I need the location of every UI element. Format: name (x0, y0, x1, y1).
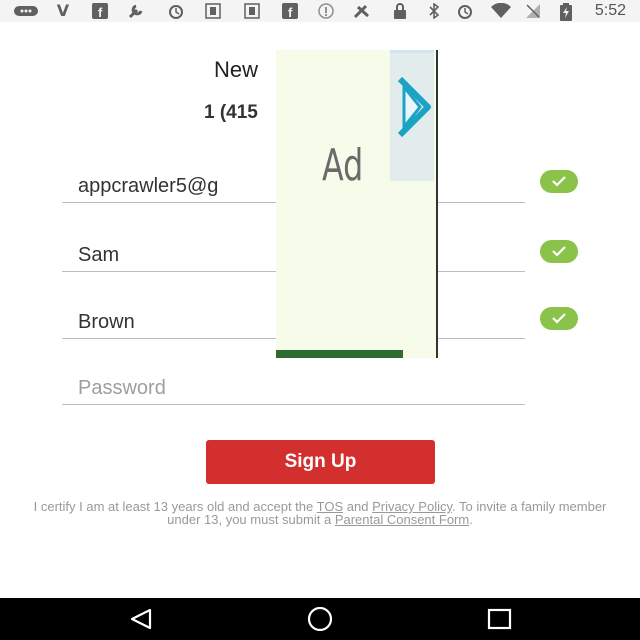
app-icon-2 (244, 3, 260, 19)
navigation-bar (0, 598, 640, 640)
play-icon (397, 76, 431, 138)
last-name-valid-check-icon (540, 307, 578, 330)
status-time: 5:52 (594, 2, 626, 19)
info-icon (318, 3, 334, 19)
ad-progress-bar (276, 350, 403, 358)
ad-play-button[interactable] (390, 50, 434, 181)
lock-icon (392, 3, 408, 19)
legal-end: . (469, 512, 473, 527)
alarm-icon-2 (456, 3, 472, 19)
app-icon (205, 3, 221, 19)
recents-button[interactable] (479, 607, 519, 631)
legal-disclaimer: I certify I am at least 13 years old and… (22, 500, 618, 526)
ad-label: Ad (322, 140, 364, 191)
back-button[interactable] (124, 607, 164, 631)
parental-consent-link[interactable]: Parental Consent Form (335, 512, 469, 527)
v-icon: V (56, 1, 70, 20)
wrench-icon (128, 3, 144, 19)
facebook-icon-2: f (282, 3, 298, 20)
facebook-icon: f (92, 3, 108, 20)
svg-text:f: f (288, 5, 293, 19)
email-valid-check-icon (540, 170, 578, 193)
page-title: New (214, 57, 259, 82)
ad-banner[interactable]: Ad (276, 50, 438, 358)
svg-text:f: f (98, 5, 103, 19)
bluetooth-icon (426, 2, 442, 20)
recents-icon (487, 608, 512, 630)
status-bar: V f f 5:52 (0, 0, 640, 22)
sign-up-button[interactable]: Sign Up (206, 440, 435, 484)
alarm-icon (167, 3, 183, 19)
home-icon (307, 606, 333, 632)
battery-charging-icon (558, 3, 574, 21)
phone-number: 1 (415 (204, 102, 258, 123)
back-icon (130, 608, 152, 630)
first-name-valid-check-icon (540, 240, 578, 263)
wifi-icon (490, 2, 512, 19)
no-sim-icon (525, 3, 541, 19)
home-button[interactable] (300, 606, 340, 632)
message-icon (14, 3, 38, 19)
password-input[interactable] (78, 377, 518, 400)
password-field[interactable] (62, 364, 525, 405)
phone-fax-icon (352, 3, 370, 19)
